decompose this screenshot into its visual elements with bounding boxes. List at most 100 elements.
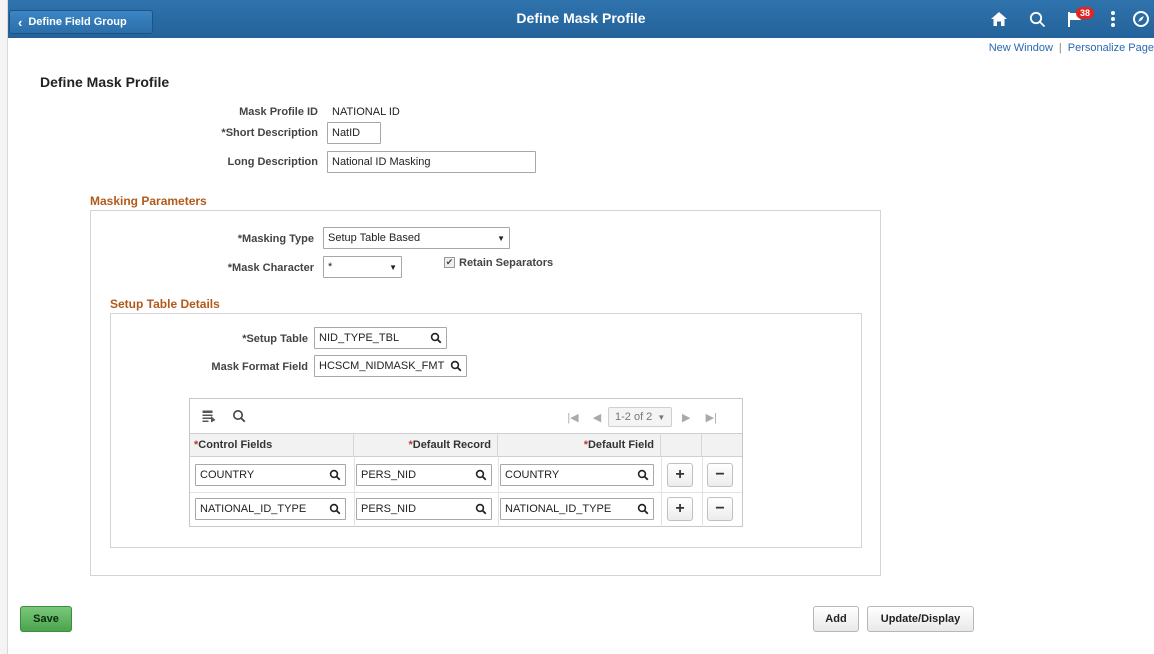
grid-header-row: * Control Fields * Default Record * Default…: [190, 433, 742, 457]
lookup-icon[interactable]: [329, 469, 341, 481]
col-header-default-field-label: Default Field: [587, 439, 654, 451]
default-record-value: PERS_NID: [361, 469, 417, 481]
masking-type-select[interactable]: Setup Table Based ▼: [323, 227, 510, 249]
row-divider: [190, 492, 742, 493]
add-row-button[interactable]: +: [667, 463, 693, 487]
control-field-value: COUNTRY: [200, 469, 255, 481]
previous-page-icon[interactable]: ◀: [586, 411, 608, 424]
grid-pager: |◀ ◀ 1-2 of 2 ▼ ▶ ▶|: [560, 407, 722, 427]
top-banner: ‹ Define Field Group Define Mask Profile…: [8, 0, 1154, 38]
lookup-icon[interactable]: [329, 503, 341, 515]
grid-find-icon[interactable]: [232, 409, 246, 423]
utility-links: New Window | Personalize Page: [989, 42, 1154, 54]
minus-icon: −: [715, 466, 725, 483]
dropdown-arrow-icon: ▼: [657, 412, 666, 422]
short-description-label: *Short Description: [221, 127, 318, 139]
delete-row-button[interactable]: −: [707, 497, 733, 521]
compass-icon: [1133, 11, 1149, 27]
mask-character-select[interactable]: * ▼: [323, 256, 402, 278]
long-description-value: National ID Masking: [332, 156, 431, 168]
mask-format-field-value: HCSCM_NIDMASK_FMT: [319, 360, 445, 372]
dropdown-arrow-icon: ▼: [389, 262, 397, 272]
default-record-value: PERS_NID: [361, 503, 417, 515]
mask-profile-id-label: Mask Profile ID: [239, 106, 318, 118]
notifications-button[interactable]: 38: [1056, 6, 1095, 32]
plus-icon: +: [675, 500, 685, 517]
short-description-input[interactable]: NatID: [327, 122, 381, 144]
default-field-value: NATIONAL_ID_TYPE: [505, 503, 612, 515]
retain-separators-checkbox[interactable]: ✔: [444, 257, 455, 268]
actions-menu-button[interactable]: [1094, 6, 1132, 32]
checkmark-icon: ✔: [445, 257, 454, 267]
back-button-label: Define Field Group: [28, 16, 127, 28]
col-header-remove: [702, 433, 742, 457]
mask-character-value: *: [328, 261, 333, 273]
page-range-text: 1-2 of 2: [615, 411, 653, 423]
frame-border: [0, 0, 8, 654]
default-field-input[interactable]: COUNTRY: [500, 464, 654, 486]
personalize-page-link[interactable]: Personalize Page: [1068, 42, 1154, 54]
setup-table-input[interactable]: NID_TYPE_TBL: [314, 327, 447, 349]
mask-character-label: *Mask Character: [227, 262, 314, 274]
setup-table-value: NID_TYPE_TBL: [319, 332, 400, 344]
long-description-input[interactable]: National ID Masking: [327, 151, 536, 173]
control-field-input[interactable]: NATIONAL_ID_TYPE: [195, 498, 346, 520]
add-row-button[interactable]: +: [667, 497, 693, 521]
col-header-add: [661, 433, 702, 457]
plus-icon: +: [675, 466, 685, 483]
masking-parameters-header: Masking Parameters: [90, 194, 207, 208]
retain-separators-label: Retain Separators: [459, 257, 554, 269]
default-record-input[interactable]: PERS_NID: [356, 498, 492, 520]
chevron-left-icon: ‹: [18, 14, 23, 30]
mask-format-field-input[interactable]: HCSCM_NIDMASK_FMT: [314, 355, 467, 377]
search-icon: [1029, 11, 1045, 27]
dropdown-arrow-icon: ▼: [497, 233, 505, 243]
personalize-grid-icon[interactable]: [202, 410, 216, 423]
default-field-value: COUNTRY: [505, 469, 560, 481]
home-icon: [991, 12, 1007, 26]
new-window-link[interactable]: New Window: [989, 42, 1053, 54]
lookup-icon[interactable]: [475, 503, 487, 515]
lookup-icon[interactable]: [450, 360, 462, 372]
notification-badge: 38: [1076, 7, 1095, 19]
navbar-button[interactable]: [1132, 6, 1154, 32]
update-display-button[interactable]: Update/Display: [867, 606, 974, 632]
lookup-icon[interactable]: [430, 332, 442, 344]
page-title: Define Mask Profile: [40, 74, 170, 90]
banner-actions: 38: [980, 6, 1154, 32]
col-header-control-fields-label: Control Fields: [198, 439, 273, 451]
long-description-label: Long Description: [227, 156, 318, 168]
delete-row-button[interactable]: −: [707, 463, 733, 487]
next-page-icon[interactable]: ▶: [672, 411, 700, 424]
first-page-icon[interactable]: |◀: [560, 411, 586, 424]
control-fields-grid: |◀ ◀ 1-2 of 2 ▼ ▶ ▶| * Control Fields * Def…: [189, 398, 743, 527]
last-page-icon[interactable]: ▶|: [700, 411, 722, 424]
col-header-default-record-label: Default Record: [412, 439, 491, 451]
page-range-select[interactable]: 1-2 of 2 ▼: [608, 407, 673, 427]
minus-icon: −: [715, 500, 725, 517]
save-button[interactable]: Save: [20, 606, 72, 632]
control-field-value: NATIONAL_ID_TYPE: [200, 503, 307, 515]
masking-type-value: Setup Table Based: [328, 232, 421, 244]
back-button[interactable]: ‹ Define Field Group: [9, 10, 153, 34]
short-description-value: NatID: [332, 127, 361, 139]
add-button[interactable]: Add: [813, 606, 859, 632]
lookup-icon[interactable]: [475, 469, 487, 481]
global-search-button[interactable]: [1018, 6, 1056, 32]
setup-table-details-header: Setup Table Details: [110, 297, 220, 311]
col-header-default-field: * Default Field: [498, 433, 661, 457]
col-header-default-record: * Default Record: [354, 433, 498, 457]
default-record-input[interactable]: PERS_NID: [356, 464, 492, 486]
default-field-input[interactable]: NATIONAL_ID_TYPE: [500, 498, 654, 520]
col-header-control-fields: * Control Fields: [190, 433, 354, 457]
masking-type-label: *Masking Type: [237, 233, 314, 245]
mask-format-field-label: Mask Format Field: [211, 361, 308, 373]
control-field-input[interactable]: COUNTRY: [195, 464, 346, 486]
home-button[interactable]: [980, 6, 1018, 32]
link-separator: |: [1058, 42, 1062, 54]
setup-table-label: *Setup Table: [242, 333, 308, 345]
more-vertical-icon: [1111, 11, 1115, 27]
lookup-icon[interactable]: [637, 503, 649, 515]
lookup-icon[interactable]: [637, 469, 649, 481]
mask-profile-id-value: NATIONAL ID: [332, 106, 400, 118]
